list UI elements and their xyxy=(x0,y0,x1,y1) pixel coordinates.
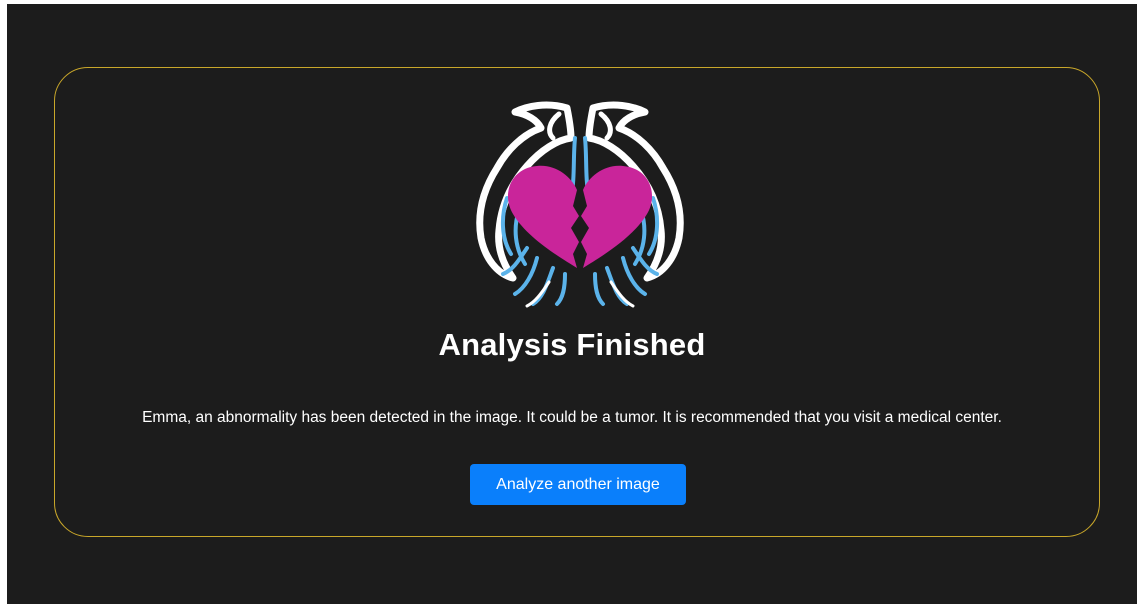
analyze-another-image-button[interactable]: Analyze another image xyxy=(470,464,686,505)
result-message: Emma, an abnormality has been detected i… xyxy=(142,409,1002,426)
app-background: Analysis Finished Emma, an abnormality h… xyxy=(7,4,1137,604)
heart-lungs-logo-icon xyxy=(476,101,684,308)
page-title: Analysis Finished xyxy=(438,327,706,362)
